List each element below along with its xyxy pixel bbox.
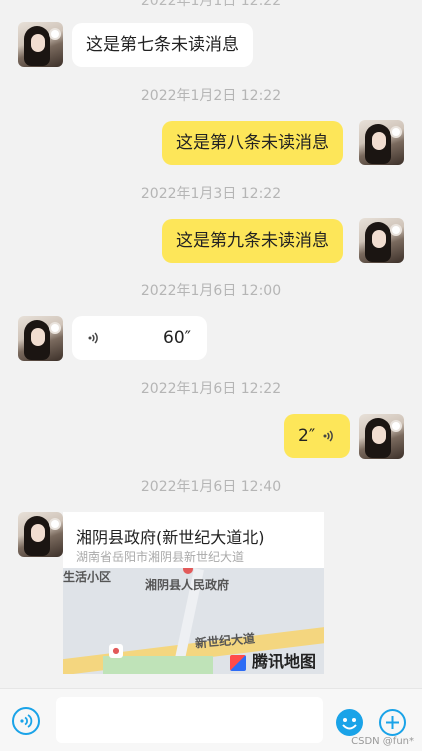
- timestamp: 2022年1月6日 12:00: [140, 283, 282, 299]
- map-logo-icon: [230, 654, 247, 671]
- voice-duration: 60″: [163, 328, 191, 348]
- watermark: CSDN @fun*: [351, 736, 414, 747]
- message-input[interactable]: [56, 697, 323, 743]
- voice-duration: 2″: [298, 426, 316, 446]
- avatar[interactable]: [18, 316, 63, 361]
- voice-wave-icon: [323, 430, 333, 442]
- voice-input-button[interactable]: [12, 707, 40, 735]
- map-label: 湘阴县人民政府: [145, 578, 230, 592]
- voice-message-bubble[interactable]: 60″: [72, 316, 207, 360]
- avatar[interactable]: [18, 22, 63, 67]
- add-attachment-button[interactable]: [379, 709, 406, 736]
- map-marker-icon: ●: [109, 644, 123, 658]
- timestamp: 2022年1月2日 12:22: [140, 88, 282, 104]
- avatar[interactable]: [359, 120, 404, 165]
- timestamp: 2022年1月3日 12:22: [140, 186, 282, 202]
- map-preview[interactable]: 生活小区 湘阴县人民政府 新世纪大道 ● 腾讯地图: [63, 568, 324, 674]
- plus-icon: [386, 716, 399, 729]
- location-message-card[interactable]: 湘阴县政府(新世纪大道北) 湖南省岳阳市湘阴县新世纪大道 生活小区 湘阴县人民政…: [63, 512, 324, 674]
- timestamp-partial: 2022年1月1日 12:22: [140, 0, 282, 9]
- avatar[interactable]: [18, 512, 63, 557]
- voice-wave-icon: [88, 332, 98, 344]
- emoji-icon: [342, 718, 357, 730]
- message-bubble-text[interactable]: 这是第八条未读消息: [162, 121, 343, 165]
- avatar[interactable]: [359, 414, 404, 459]
- location-title: 湘阴县政府(新世纪大道北): [76, 528, 265, 547]
- map-brand: 腾讯地图: [230, 648, 316, 672]
- voice-icon: [20, 714, 33, 728]
- timestamp: 2022年1月6日 12:40: [140, 479, 282, 495]
- emoji-button[interactable]: [336, 709, 363, 736]
- voice-message-bubble[interactable]: 2″: [284, 414, 350, 458]
- location-address: 湖南省岳阳市湘阴县新世纪大道: [76, 550, 245, 564]
- timestamp: 2022年1月6日 12:22: [140, 381, 282, 397]
- message-bubble-text[interactable]: 这是第七条未读消息: [72, 23, 253, 67]
- avatar[interactable]: [359, 218, 404, 263]
- map-label: 生活小区: [63, 570, 112, 584]
- input-bar: CSDN @fun*: [0, 688, 422, 751]
- message-bubble-text[interactable]: 这是第九条未读消息: [162, 219, 343, 263]
